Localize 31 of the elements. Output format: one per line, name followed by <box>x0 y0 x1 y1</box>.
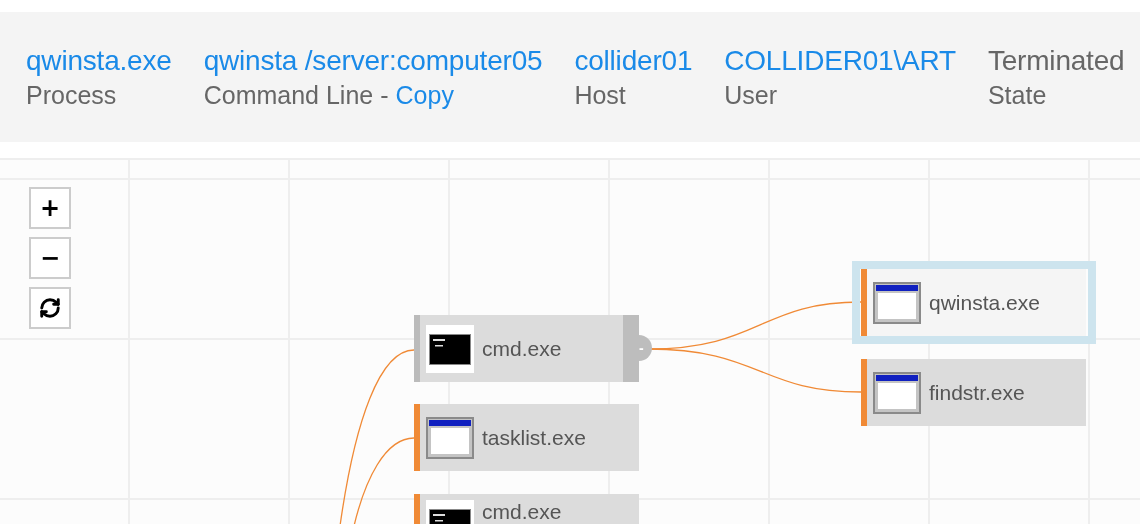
process-node[interactable]: cmd.exe <box>414 315 639 382</box>
copy-link[interactable]: Copy <box>395 80 454 110</box>
detail-label: Process <box>26 80 117 110</box>
detail-value: qwinsta.exe <box>26 44 172 77</box>
detail-label: State <box>987 80 1047 110</box>
process-node[interactable]: qwinsta.exe <box>861 269 1086 336</box>
separator: - <box>380 80 389 110</box>
node-label: cmd.exe <box>482 500 562 524</box>
zoom-out-button[interactable]: − <box>29 237 71 279</box>
detail-label: User <box>724 80 778 110</box>
detail-label: Host <box>574 80 626 110</box>
refresh-button[interactable] <box>29 287 71 329</box>
node-label: cmd.exe <box>482 336 562 361</box>
detail-value: collider01 <box>574 44 693 77</box>
node-label: findstr.exe <box>929 380 1025 405</box>
refresh-icon <box>39 297 61 319</box>
window-icon <box>426 416 474 459</box>
node-label: qwinsta.exe <box>929 290 1040 315</box>
detail-value: Terminated <box>987 44 1125 77</box>
process-node[interactable]: findstr.exe <box>861 359 1086 426</box>
window-icon <box>873 371 921 414</box>
process-node[interactable]: cmd.exe <box>414 494 639 524</box>
window-icon <box>873 281 921 324</box>
zoom-in-button[interactable]: + <box>29 187 71 229</box>
process-node[interactable]: tasklist.exe <box>414 404 639 471</box>
handle-bar <box>623 315 639 382</box>
detail-value: COLLIDER01\ART <box>724 44 956 77</box>
detail-value: qwinsta /server:computer05 <box>203 44 543 77</box>
terminal-icon <box>426 324 474 373</box>
node-label: tasklist.exe <box>482 425 586 450</box>
detail-label: Command Line <box>203 80 374 110</box>
